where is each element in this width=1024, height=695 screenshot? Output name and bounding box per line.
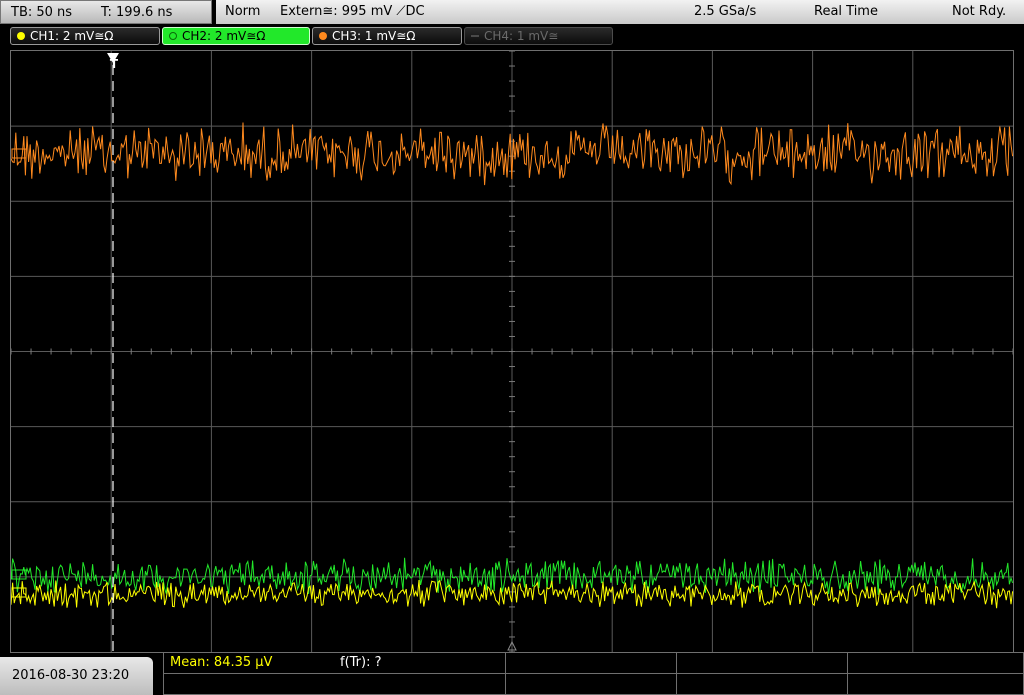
run-state: Not Rdy. [952,4,1007,19]
measurement-cell-3[interactable] [677,653,848,694]
channel-2-indicator [169,32,177,40]
measurement-mean: Mean: 84.35 µV [170,655,273,670]
channel-1-button[interactable]: CH1: 2 mV≅Ω [10,27,160,45]
measurement-panel[interactable]: Mean: 84.35 µV f(Tr): ? [163,652,1024,695]
datetime-display: 2016-08-30 23:20 [0,657,153,695]
sample-rate: 2.5 GSa/s [694,4,757,19]
channel-1-label: CH1: 2 mV≅Ω [30,29,114,43]
acquisition-panel[interactable]: Norm Extern≅: 995 mV ⟋DC 2.5 GSa/s Real … [216,0,1024,24]
trigger-time-value: T: 199.6 ns [101,5,173,20]
channel-3-indicator [319,32,327,40]
channel-2-button[interactable]: CH2: 2 mV≅Ω [162,27,310,45]
channel-3-button[interactable]: CH3: 1 mV≅Ω [312,27,462,45]
trigger-position-label[interactable]: T [108,51,120,77]
channel-2-label: CH2: 2 mV≅Ω [182,29,266,43]
channel-1-indicator [17,32,25,40]
channel-bar: CH1: 2 mV≅Ω CH2: 2 mV≅Ω CH3: 1 mV≅Ω CH4:… [0,24,1024,48]
channel-4-button[interactable]: CH4: 1 mV≅ [464,27,613,45]
channel-3-label: CH3: 1 mV≅Ω [332,29,416,43]
trigger-source: Extern≅: 995 mV ⟋DC [280,4,425,19]
waveform-display[interactable]: T [10,50,1014,653]
timebase-panel[interactable]: TB: 50 ns T: 199.6 ns [0,0,212,24]
acquisition-mode: Real Time [814,4,878,19]
measurement-rise-freq: f(Tr): ? [340,655,382,670]
waveform-canvas [11,51,1013,652]
timebase-value: TB: 50 ns [11,5,73,20]
status-bar: TB: 50 ns T: 199.6 ns Norm Extern≅: 995 … [0,0,1024,24]
measurement-cell-2[interactable] [506,653,677,694]
channel-4-label: CH4: 1 mV≅ [484,29,559,43]
channel-4-indicator [471,35,479,37]
trigger-mode: Norm [225,4,261,19]
channel-2-offset-marker [11,569,27,580]
